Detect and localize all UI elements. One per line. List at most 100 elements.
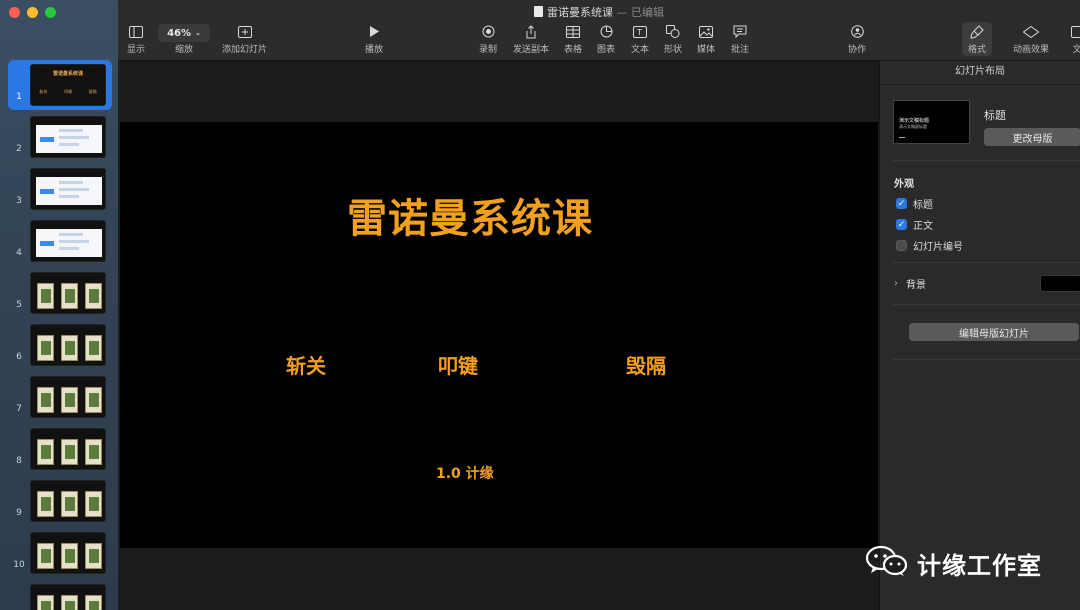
animate-button[interactable]: 动画效果 [1013,24,1049,55]
thumb-diagram-node [40,137,54,142]
background-disclosure[interactable]: › 背景 [894,276,926,291]
change-master-button[interactable]: 更改母版 [984,128,1080,146]
collaborate-label: 协作 [848,45,867,55]
slide-number: 2 [16,144,22,154]
slide-thumbnail[interactable]: 6 [0,322,118,374]
thumb-card-image [37,335,54,361]
thumb-card-image [37,439,54,465]
play-icon [365,24,383,39]
chevron-down-icon: ⌄ [195,29,201,37]
animate-label: 动画效果 [1013,45,1050,55]
slide-number-checkbox[interactable]: 幻灯片编号 [896,238,963,253]
layout-thumbnail[interactable]: 演示文稿标题 演示文稿副标题 [893,100,970,144]
send-copy-button[interactable]: 发送副本 [513,24,549,55]
background-label: 背景 [906,280,926,291]
layout-thumb-subtitle: 演示文稿副标题 [899,124,927,129]
thumb-card-image [85,335,102,361]
thumb-card-image [85,595,102,610]
slide-thumbnail[interactable]: 5 [0,270,118,322]
slide-number-checkbox-label: 幻灯片编号 [913,242,963,253]
slide-thumbnail[interactable]: 9 [0,478,118,530]
zoom-control[interactable]: 46% ⌄ 缩放 [158,24,210,55]
thumb-diagram-line [59,240,89,243]
format-button[interactable]: 格式 [962,22,993,56]
table-icon [564,24,582,39]
document-button[interactable]: 文 [1068,24,1080,55]
shape-label: 形状 [664,45,683,55]
slide-number: 10 [13,560,25,570]
slide-item-2[interactable]: 叩键 [438,350,478,379]
toolbar: 雷诺曼系统课 — 已编辑 显示 46% ⌄ 缩放 添加幻灯片 播放 录制 发送副… [118,0,1080,61]
view-label: 显示 [127,45,146,55]
record-button[interactable]: 录制 [479,24,497,55]
thumb-card-image [61,595,78,610]
thumb-diagram-node [40,241,54,246]
close-window-button[interactable] [9,7,20,18]
slide-subtitle[interactable]: 1.0 计缘 [436,463,494,483]
media-button[interactable]: 媒体 [697,24,715,55]
current-slide[interactable]: 雷诺曼系统课 斩关 叩键 毁隔 1.0 计缘 [120,122,878,548]
slide-thumbnail[interactable]: 3 [0,166,118,218]
slide-item-3[interactable]: 毁隔 [626,350,666,379]
slide-thumbnail[interactable]: 2 [0,114,118,166]
divider [893,160,1080,161]
zoom-dropdown[interactable]: 46% ⌄ [158,24,210,42]
thumb-card-image [85,283,102,309]
chart-label: 图表 [597,45,616,55]
slide-number: 1 [16,92,22,102]
thumb-title-text: 雷诺曼系统课 [52,71,83,77]
animate-icon [1022,24,1040,39]
comment-button[interactable]: 批注 [731,24,749,55]
layout-thumb-line [899,137,905,138]
slide-number: 4 [16,248,22,258]
layout-thumb-title: 演示文稿标题 [899,118,930,124]
slide-thumbnail[interactable]: 8 [0,426,118,478]
slide-item-1[interactable]: 斩关 [286,350,326,379]
divider [893,304,1080,305]
slide-thumbnail[interactable]: 11 [0,582,118,610]
play-button[interactable]: 播放 [365,24,383,55]
zoom-value: 46% [167,27,192,39]
add-slide-button[interactable]: 添加幻灯片 [222,24,267,55]
slide-number: 8 [16,456,22,466]
thumb-card-image [61,283,78,309]
slide-title[interactable]: 雷诺曼系统课 [120,186,820,244]
text-button[interactable]: T 文本 [631,24,649,55]
slide-thumbnail-list: 1 雷诺曼系统课斩关 叩键 毁隔 2 3 4 5 6 7 8 9 10 11 [0,60,118,610]
record-label: 录制 [479,45,498,55]
zoom-window-button[interactable] [45,7,56,18]
thumb-diagram-node [40,189,54,194]
title-checkbox[interactable]: ✓ 标题 [896,196,933,211]
table-button[interactable]: 表格 [564,24,582,55]
background-color-well[interactable] [1040,275,1080,292]
edit-master-slides-button[interactable]: 编辑母版幻灯片 [909,323,1079,341]
thumb-card-image [37,491,54,517]
body-checkbox[interactable]: ✓ 正文 [896,217,933,232]
checkmark-icon: ✓ [896,198,907,209]
thumb-diagram-line [59,195,79,198]
slide-canvas[interactable]: 雷诺曼系统课 斩关 叩键 毁隔 1.0 计缘 [118,61,879,610]
thumb-card-image [37,543,54,569]
shape-button[interactable]: 形状 [664,24,682,55]
document-icon [534,6,543,17]
document-label: 文 [1072,45,1080,55]
slide-thumbnail[interactable]: 7 [0,374,118,426]
slide-number: 6 [16,352,22,362]
collaborate-icon [848,24,866,39]
slide-thumbnail[interactable]: 1 雷诺曼系统课 斩关 叩键 毁隔 [0,60,118,114]
share-icon [522,24,540,39]
thumb-card-image [61,335,78,361]
slide-thumbnail-image [30,272,106,314]
zoom-label: 缩放 [174,45,193,55]
minimize-window-button[interactable] [27,7,38,18]
collaborate-button[interactable]: 协作 [848,24,866,55]
image-icon [697,24,715,39]
format-label: 格式 [968,45,987,55]
view-button[interactable]: 显示 [127,24,145,55]
slide-thumbnail-image [30,168,106,210]
slide-thumbnail[interactable]: 4 [0,218,118,270]
inspector-header: 幻灯片布局 [880,61,1080,85]
body-checkbox-label: 正文 [913,221,933,232]
slide-thumbnail[interactable]: 10 [0,530,118,582]
chart-button[interactable]: 图表 [597,24,615,55]
